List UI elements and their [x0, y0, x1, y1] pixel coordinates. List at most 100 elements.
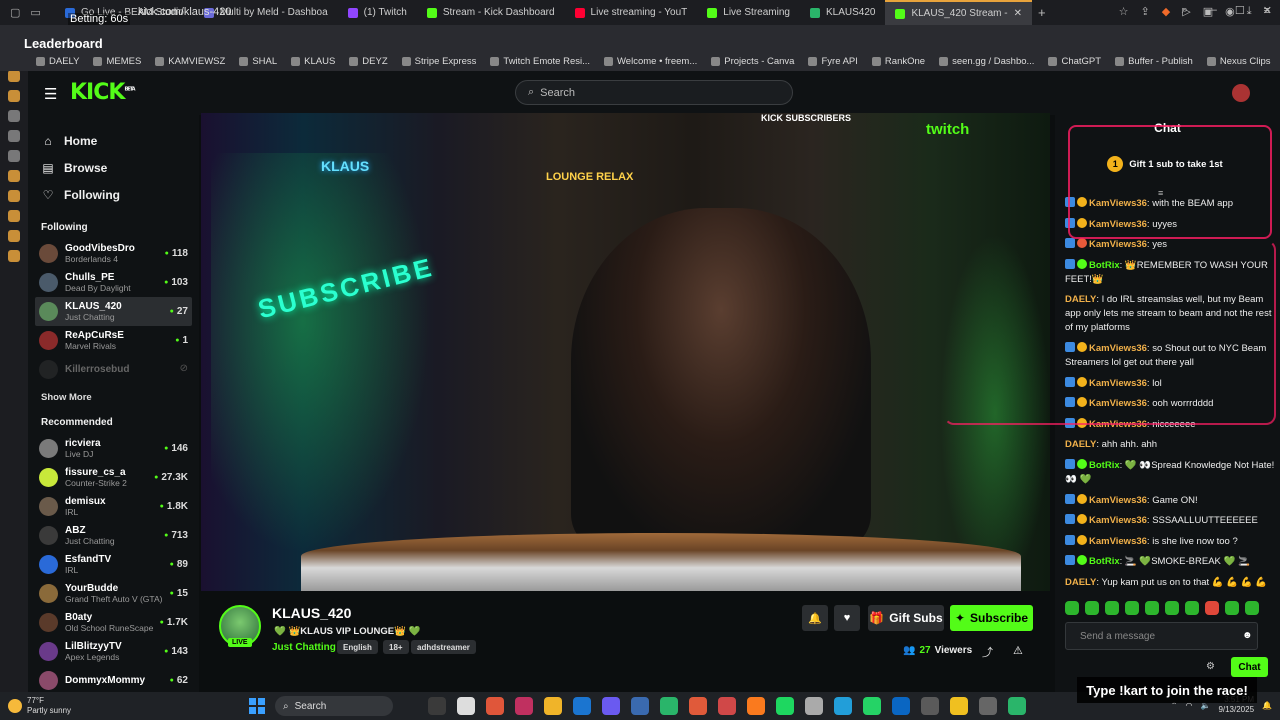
chat-username[interactable]: KamViews36 [1089, 419, 1147, 430]
notifications-icon[interactable]: 🔔 [1262, 701, 1272, 710]
taskbar-app-icon[interactable] [1008, 697, 1026, 715]
taskbar-app-icon[interactable] [747, 697, 765, 715]
chat-username[interactable]: KamViews36 [1089, 219, 1147, 230]
follow-heart-button[interactable]: ♥ [834, 605, 860, 631]
x-sidebar-icon[interactable] [8, 150, 20, 162]
menu-icon[interactable]: ≡ [1264, 5, 1270, 18]
taskbar-app-icon[interactable] [631, 697, 649, 715]
taskbar-app-icon[interactable] [573, 697, 591, 715]
taskbar-app-icon[interactable] [979, 697, 997, 715]
subscribe-button[interactable]: ✦ Subscribe [950, 605, 1033, 631]
bookmark-item[interactable]: SHAL [239, 56, 277, 67]
kick-logo[interactable]: KICKBETA [70, 80, 136, 105]
chat-input[interactable]: Send a message [1065, 622, 1258, 650]
video-player[interactable]: KLAUS SUBSCRIBE LOUNGE RELAX KICK SUBSCR… [201, 113, 1050, 591]
kick-sidebar-icon[interactable] [8, 110, 20, 122]
play-icon[interactable]: ▷ [1182, 5, 1190, 18]
twitch-sidebar-icon[interactable] [8, 130, 20, 142]
hamburger-menu-icon[interactable]: ☰ [44, 85, 57, 103]
taskbar-app-icon[interactable] [544, 697, 562, 715]
chat-username[interactable]: DAELY [1065, 577, 1096, 588]
taskbar-app-icon[interactable] [834, 697, 852, 715]
news-icon[interactable] [8, 90, 20, 102]
channel-item[interactable]: ReApCuRsEMarvel Rivals 1 [35, 326, 192, 355]
stream-tag[interactable]: English [337, 640, 378, 654]
start-button[interactable] [249, 698, 265, 714]
taskbar-app-icon[interactable] [515, 697, 533, 715]
report-button[interactable]: ⚠ [1013, 644, 1023, 657]
emote-icon[interactable] [1185, 601, 1199, 615]
taskbar-app-icon[interactable] [428, 697, 446, 715]
bookmark-item[interactable]: KAMVIEWSZ [155, 56, 225, 67]
chat-username[interactable]: DAELY [1065, 294, 1096, 305]
chat-username[interactable]: KamViews36 [1089, 536, 1147, 547]
bookmark-item[interactable]: DEYZ [349, 56, 388, 67]
chat-username[interactable]: KamViews36 [1089, 398, 1147, 409]
bookmark-item[interactable]: Fyre API [808, 56, 858, 67]
channel-item[interactable]: KLAUS_420Just Chatting27 [35, 297, 192, 326]
bookmark-item[interactable]: Stripe Express [401, 56, 476, 67]
chat-username[interactable]: KamViews36 [1089, 239, 1147, 250]
taskbar-app-icon[interactable] [689, 697, 707, 715]
url-field[interactable]: kick.com/klaus-420 [138, 6, 232, 18]
emote-icon[interactable] [1225, 601, 1239, 615]
taskbar-app-icon[interactable] [457, 697, 475, 715]
emote-icon[interactable] [1105, 601, 1119, 615]
taskbar-app-icon[interactable] [718, 697, 736, 715]
taskbar-search[interactable]: ⌕ Search [275, 696, 393, 716]
chat-username[interactable]: BotRix [1089, 556, 1120, 567]
leo-icon[interactable] [8, 70, 20, 82]
weather-widget[interactable]: 77°F Partly sunny [8, 692, 71, 720]
channel-item[interactable]: demisuxIRL1.8K [35, 492, 192, 521]
browser-tab[interactable]: KLAUS_420 Stream - ✕ [885, 0, 1033, 25]
gift-subs-button[interactable]: 🎁 Gift Subs [868, 605, 944, 631]
nav-item-following[interactable]: ♡ Following [42, 181, 199, 208]
browser-tab[interactable]: Live Streaming [697, 0, 800, 25]
chat-username[interactable]: DAELY [1065, 439, 1096, 450]
bookmark-item[interactable]: MEMES [93, 56, 141, 67]
browser-tab[interactable]: (1) Twitch [338, 0, 417, 25]
bookmark-item[interactable]: ChatGPT [1048, 56, 1101, 67]
bookmark-item[interactable]: Buffer - Publish [1115, 56, 1193, 67]
channel-item[interactable]: DommyxMommy62 [35, 666, 192, 695]
channel-item[interactable]: YourBuddeGrand Theft Auto V (GTA)15 [35, 579, 192, 608]
channel-item[interactable]: Chulls_PEDead By Daylight103 [35, 268, 192, 297]
wallet-icon-2[interactable]: ▣ [1203, 5, 1213, 18]
taskbar-app-icon[interactable] [921, 697, 939, 715]
chat-username[interactable]: BotRix [1089, 260, 1120, 271]
bookmark-star-icon[interactable]: ☆ [1119, 5, 1129, 18]
taskbar-app-icon[interactable] [863, 697, 881, 715]
user-avatar[interactable] [1232, 84, 1250, 102]
bookmark-item[interactable]: Twitch Emote Resi... [490, 56, 590, 67]
channel-item[interactable]: fissure_cs_aCounter-Strike 227.3K [35, 463, 192, 492]
taskbar-app-icon[interactable] [950, 697, 968, 715]
bookmark-item[interactable]: seen.gg / Dashbo... [939, 56, 1034, 67]
emote-icon[interactable] [1125, 601, 1139, 615]
share-button[interactable]: ⤴ [982, 644, 993, 660]
chat-username[interactable]: KamViews36 [1089, 198, 1147, 209]
browser-tab[interactable]: Live streaming - YouT [565, 0, 698, 25]
chat-username[interactable]: KamViews36 [1089, 495, 1147, 506]
emote-icon[interactable] [1145, 601, 1159, 615]
share-icon[interactable]: ⇪ [1141, 5, 1150, 18]
tab-list-icon[interactable]: ▭ [30, 6, 40, 19]
bookmark-item[interactable]: KLAUS [291, 56, 335, 67]
profile-icon[interactable]: ◉ [1225, 5, 1235, 18]
taskbar-app-icon[interactable] [892, 697, 910, 715]
nav-item-browse[interactable]: ▤ Browse [42, 154, 199, 181]
settings-icon[interactable] [8, 250, 20, 262]
channel-item[interactable]: GoodVibesDroBorderlands 4118 [35, 239, 192, 268]
emote-icon[interactable] [1205, 601, 1219, 615]
nav-item-home[interactable]: ⌂ Home [42, 127, 199, 154]
extensions-icon[interactable] [8, 230, 20, 242]
emote-icon[interactable] [1065, 601, 1079, 615]
channel-item[interactable]: ABZJust Chatting713 [35, 521, 192, 550]
taskbar-app-icon[interactable] [602, 697, 620, 715]
channel-item[interactable]: B0atyOld School RuneScape1.7K [35, 608, 192, 637]
download-icon[interactable]: ⤓ [1247, 5, 1252, 18]
channel-item[interactable]: LilBlitzyyTVApex Legends143 [35, 637, 192, 666]
clock-icon[interactable] [8, 210, 20, 222]
chat-username[interactable]: KamViews36 [1089, 515, 1147, 526]
gift-leaderboard-banner[interactable]: 1 Gift 1 sub to take 1st [1065, 150, 1265, 178]
taskbar-app-icon[interactable] [776, 697, 794, 715]
